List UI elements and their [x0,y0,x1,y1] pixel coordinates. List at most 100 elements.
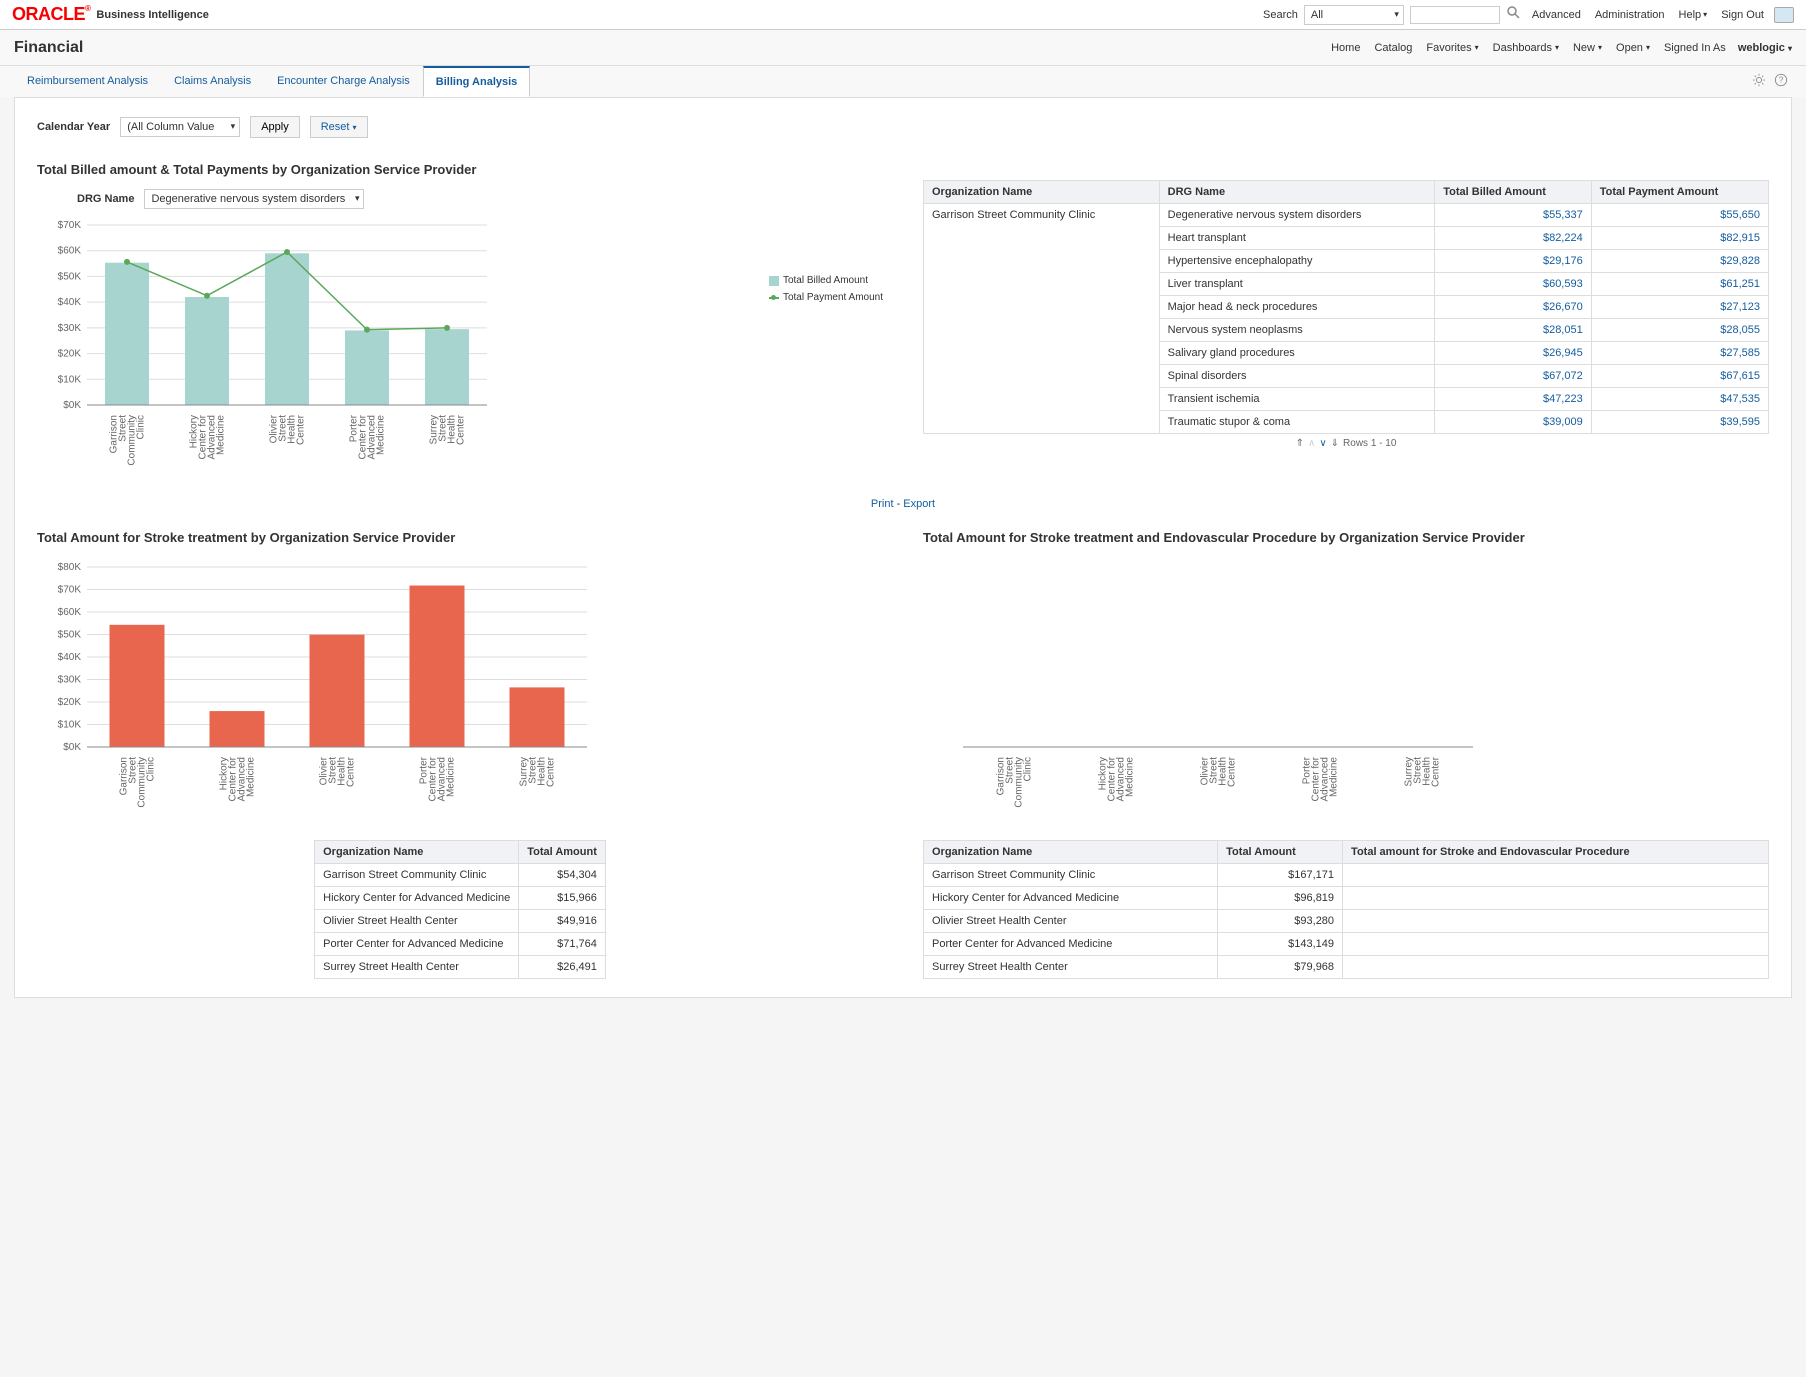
svg-text:$30K: $30K [58,675,82,686]
help-menu[interactable]: Help ▾ [1675,9,1712,21]
home-link[interactable]: Home [1331,42,1360,54]
col-combined[interactable]: Total amount for Stroke and Endovascular… [1343,841,1769,864]
cell-payment[interactable]: $55,650 [1591,204,1768,227]
svg-text:Medicine: Medicine [216,415,227,455]
col-total[interactable]: Total Amount [519,841,606,864]
cell-billed[interactable]: $82,224 [1435,227,1591,250]
cell-org: Garrison Street Community Clinic [924,204,1160,434]
cell-billed[interactable]: $29,176 [1435,250,1591,273]
cell-empty [1343,933,1769,956]
tab-encounter[interactable]: Encounter Charge Analysis [264,66,423,97]
search-input[interactable] [1410,6,1500,24]
cell-drg: Major head & neck procedures [1159,296,1435,319]
help-icon[interactable]: ? [1774,73,1788,90]
col-payment[interactable]: Total Payment Amount [1591,181,1768,204]
reset-button[interactable]: Reset ▾ [310,116,368,138]
new-menu[interactable]: New ▾ [1573,42,1602,54]
stroke-table: Organization Name Total Amount Garrison … [314,840,606,979]
sign-out-link[interactable]: Sign Out [1717,9,1768,21]
favorites-menu[interactable]: Favorites ▾ [1426,42,1478,54]
cell-org: Surrey Street Health Center [924,956,1218,979]
cell-payment[interactable]: $82,915 [1591,227,1768,250]
svg-text:?: ? [1779,76,1784,85]
administration-link[interactable]: Administration [1591,9,1669,21]
line-icon [769,297,779,299]
svg-text:$10K: $10K [58,720,82,731]
cell-org: Olivier Street Health Center [924,910,1218,933]
export-link[interactable]: Export [903,498,935,510]
col-total[interactable]: Total Amount [1218,841,1343,864]
cell-payment[interactable]: $27,123 [1591,296,1768,319]
col-org-name[interactable]: Organization Name [924,181,1160,204]
tab-claims[interactable]: Claims Analysis [161,66,264,97]
svg-text:Medicine: Medicine [446,757,457,797]
cell-billed[interactable]: $39,009 [1435,411,1591,434]
cell-billed[interactable]: $55,337 [1435,204,1591,227]
user-menu[interactable]: weblogic ▾ [1738,42,1792,54]
cell-payment[interactable]: $28,055 [1591,319,1768,342]
cell-empty [1343,956,1769,979]
col-billed[interactable]: Total Billed Amount [1435,181,1591,204]
drg-name-select[interactable]: Degenerative nervous system disorders [144,189,364,209]
chart-billed-payments: $0K$10K$20K$30K$40K$50K$60K$70KGarrisonS… [37,215,759,478]
cell-billed[interactable]: $28,051 [1435,319,1591,342]
cell-drg: Liver transplant [1159,273,1435,296]
search-scope-select[interactable]: All [1304,5,1404,25]
open-menu[interactable]: Open ▾ [1616,42,1650,54]
cell-payment[interactable]: $61,251 [1591,273,1768,296]
prompt-bar: Calendar Year (All Column Value Apply Re… [37,116,1769,138]
table-row: Garrison Street Community Clinic$54,304 [315,864,606,887]
cell-payment[interactable]: $67,615 [1591,365,1768,388]
drg-name-label: DRG Name [77,193,134,205]
catalog-link[interactable]: Catalog [1374,42,1412,54]
col-org[interactable]: Organization Name [315,841,519,864]
tab-billing[interactable]: Billing Analysis [423,66,531,97]
svg-text:Center: Center [1431,756,1442,787]
svg-text:$40K: $40K [58,297,82,308]
pager-prev-icon[interactable]: ∧ [1308,438,1315,449]
cell-payment[interactable]: $29,828 [1591,250,1768,273]
cell-drg: Spinal disorders [1159,365,1435,388]
drg-table: Organization Name DRG Name Total Billed … [923,180,1769,434]
cell-payment[interactable]: $39,595 [1591,411,1768,434]
apps-icon[interactable] [1774,7,1794,23]
cell-org: Hickory Center for Advanced Medicine [315,887,519,910]
svg-text:Clinic: Clinic [1023,757,1034,781]
cell-billed[interactable]: $26,670 [1435,296,1591,319]
square-icon [769,276,779,286]
cell-billed[interactable]: $67,072 [1435,365,1591,388]
search-icon[interactable] [1506,5,1522,24]
svg-text:$0K: $0K [63,742,81,753]
gear-icon[interactable] [1752,73,1766,90]
cell-payment[interactable]: $27,585 [1591,342,1768,365]
calendar-year-select[interactable]: (All Column Value [120,117,240,137]
table-row: Porter Center for Advanced Medicine$143,… [924,933,1769,956]
dashboard-tabs: Reimbursement Analysis Claims Analysis E… [0,66,1806,97]
svg-text:Clinic: Clinic [146,757,157,781]
cell-amount: $93,280 [1218,910,1343,933]
cell-billed[interactable]: $60,593 [1435,273,1591,296]
svg-text:Medicine: Medicine [246,757,257,797]
cell-payment[interactable]: $47,535 [1591,388,1768,411]
cell-amount: $71,764 [519,933,606,956]
svg-text:$50K: $50K [58,271,82,282]
panel3-title: Total Amount for Stroke treatment and En… [923,530,1769,545]
cell-billed[interactable]: $26,945 [1435,342,1591,365]
cell-amount: $167,171 [1218,864,1343,887]
advanced-link[interactable]: Advanced [1528,9,1585,21]
pager-first-icon[interactable]: ⇑ [1296,438,1304,449]
cell-drg: Heart transplant [1159,227,1435,250]
cell-amount: $143,149 [1218,933,1343,956]
cell-org: Garrison Street Community Clinic [315,864,519,887]
cell-amount: $49,916 [519,910,606,933]
tab-reimbursement[interactable]: Reimbursement Analysis [14,66,161,97]
dashboards-menu[interactable]: Dashboards ▾ [1493,42,1559,54]
cell-org: Porter Center for Advanced Medicine [924,933,1218,956]
cell-billed[interactable]: $47,223 [1435,388,1591,411]
pager-last-icon[interactable]: ⇓ [1331,438,1339,449]
print-link[interactable]: Print [871,498,894,510]
col-drg-name[interactable]: DRG Name [1159,181,1435,204]
pager-next-icon[interactable]: ∨ [1319,438,1326,449]
apply-button[interactable]: Apply [250,116,300,138]
col-org[interactable]: Organization Name [924,841,1218,864]
